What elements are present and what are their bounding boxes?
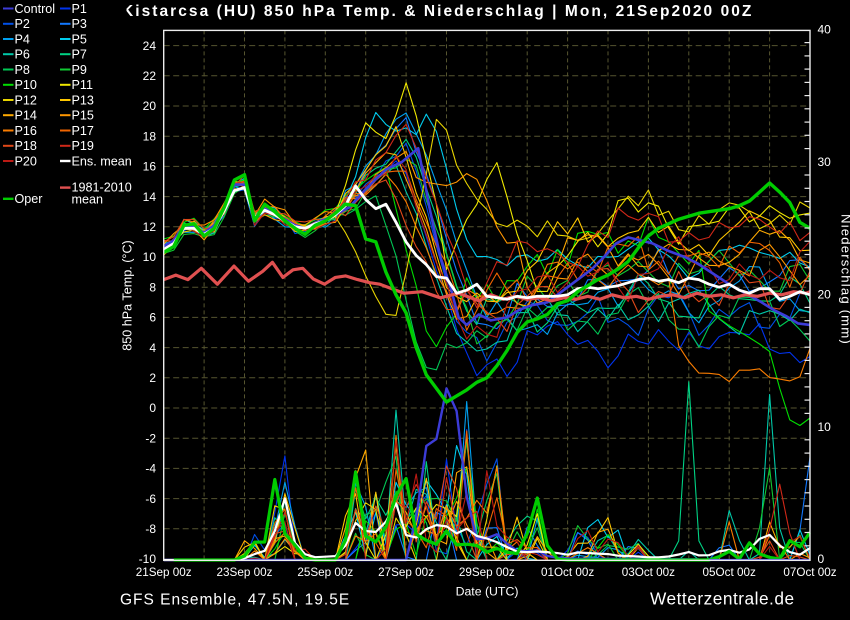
svg-text:P2: P2	[15, 17, 30, 31]
svg-text:P20: P20	[15, 154, 37, 168]
svg-text:20: 20	[143, 99, 157, 113]
svg-text:P12: P12	[15, 93, 37, 107]
svg-text:23Sep 00z: 23Sep 00z	[217, 566, 273, 579]
svg-text:10: 10	[143, 250, 157, 264]
svg-text:27Sep 00z: 27Sep 00z	[378, 566, 434, 579]
svg-text:0: 0	[818, 552, 825, 566]
svg-text:-2: -2	[145, 431, 156, 445]
svg-text:25Sep 00z: 25Sep 00z	[297, 566, 353, 579]
svg-text:14: 14	[143, 190, 157, 204]
svg-text:10: 10	[818, 420, 832, 434]
svg-text:30: 30	[818, 155, 832, 169]
svg-text:P9: P9	[72, 63, 87, 77]
svg-text:Kistarcsa (HU) 850 hPa Temp.: Kistarcsa (HU) 850 hPa Temp. & Niedersch…	[122, 3, 753, 20]
svg-text:P17: P17	[72, 124, 94, 138]
svg-text:07Oct 00z: 07Oct 00z	[783, 566, 836, 579]
svg-text:Ens. mean: Ens. mean	[72, 154, 132, 168]
svg-text:-4: -4	[145, 462, 156, 476]
svg-text:21Sep 00z: 21Sep 00z	[136, 566, 192, 579]
svg-text:01Oct 00z: 01Oct 00z	[541, 566, 594, 579]
svg-text:P11: P11	[72, 78, 93, 92]
svg-text:P5: P5	[72, 32, 87, 46]
svg-text:16: 16	[143, 160, 157, 174]
svg-text:Control: Control	[15, 2, 56, 16]
svg-text:22: 22	[143, 69, 157, 83]
svg-text:8: 8	[149, 280, 156, 294]
svg-text:05Oct 00z: 05Oct 00z	[703, 566, 756, 579]
svg-text:P3: P3	[72, 17, 87, 31]
svg-text:03Oct 00z: 03Oct 00z	[622, 566, 675, 579]
svg-text:20: 20	[818, 287, 832, 301]
svg-text:24: 24	[143, 39, 157, 53]
svg-text:-10: -10	[139, 552, 157, 566]
svg-text:40: 40	[818, 23, 832, 37]
svg-text:P10: P10	[15, 78, 37, 92]
svg-text:P18: P18	[15, 139, 37, 153]
svg-text:P16: P16	[15, 124, 37, 138]
svg-text:Oper: Oper	[15, 192, 43, 206]
svg-text:4: 4	[149, 341, 156, 355]
svg-text:P1: P1	[72, 2, 87, 16]
svg-text:P13: P13	[72, 93, 94, 107]
svg-text:GFS Ensemble, 47.5N, 19.5E: GFS Ensemble, 47.5N, 19.5E	[120, 592, 350, 609]
svg-text:P15: P15	[72, 109, 94, 123]
svg-text:850 hPa Temp. (°C): 850 hPa Temp. (°C)	[121, 240, 135, 351]
svg-text:Wetterzentrale.de: Wetterzentrale.de	[650, 589, 795, 609]
svg-text:mean: mean	[72, 193, 104, 207]
svg-text:0: 0	[149, 401, 156, 415]
svg-text:-6: -6	[145, 492, 156, 506]
svg-text:P8: P8	[15, 63, 30, 77]
svg-text:18: 18	[143, 129, 157, 143]
svg-text:2: 2	[149, 371, 156, 385]
svg-text:Date (UTC): Date (UTC)	[456, 585, 519, 599]
svg-text:-8: -8	[145, 522, 156, 536]
svg-text:29Sep 00z: 29Sep 00z	[459, 566, 515, 579]
svg-text:P4: P4	[15, 32, 30, 46]
svg-text:12: 12	[143, 220, 157, 234]
svg-text:6: 6	[149, 311, 156, 325]
svg-text:P19: P19	[72, 139, 94, 153]
svg-text:P7: P7	[72, 48, 87, 62]
svg-text:P6: P6	[15, 48, 30, 62]
svg-text:Niederschlag (mm): Niederschlag (mm)	[839, 214, 850, 345]
svg-text:P14: P14	[15, 109, 37, 123]
